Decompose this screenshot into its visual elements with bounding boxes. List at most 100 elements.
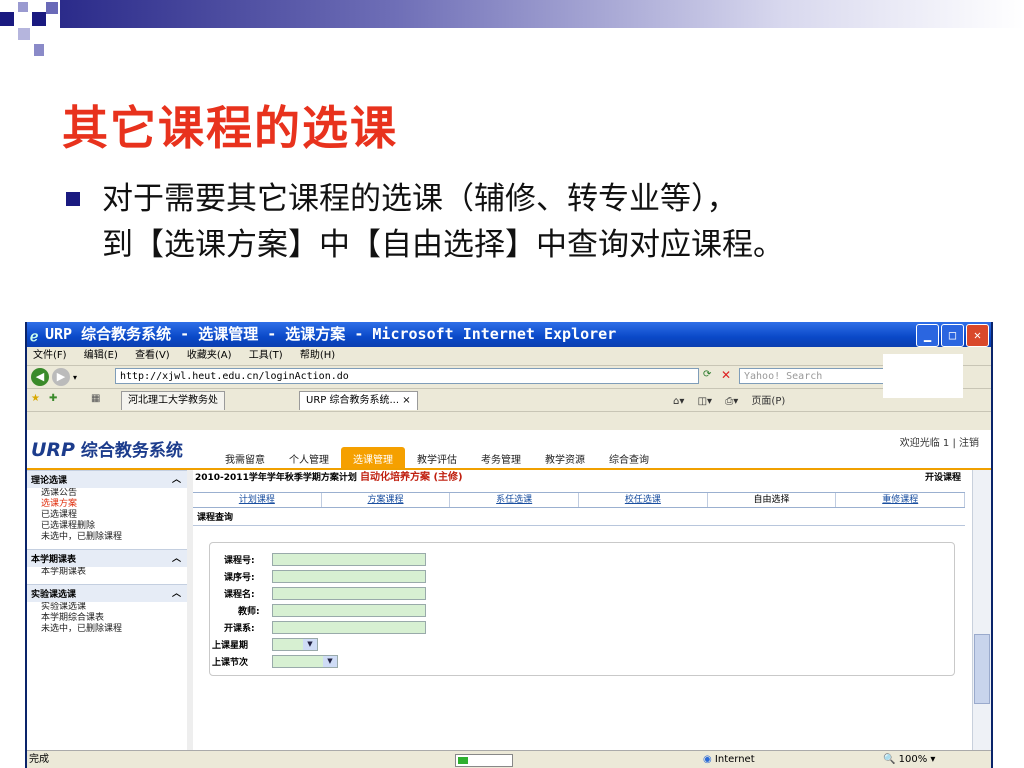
feeds-icon[interactable]: ◫▾ — [698, 396, 712, 407]
favorites-star-icon[interactable]: ★ — [31, 393, 40, 404]
deco-square — [46, 2, 58, 14]
nav-item[interactable]: 教学资源 — [533, 447, 597, 468]
nav-item[interactable]: 考务管理 — [469, 447, 533, 468]
sidebar-group-title[interactable]: 本学期课表 ︿ — [27, 549, 187, 567]
zoom-icon: 🔍 — [883, 754, 896, 765]
menu-favorites[interactable]: 收藏夹(A) — [187, 350, 232, 361]
course-seq-input[interactable] — [272, 570, 426, 583]
progress-bar — [455, 754, 513, 767]
nav-item[interactable]: 综合查询 — [597, 447, 661, 468]
course-number-input[interactable] — [272, 553, 426, 566]
deco-square — [18, 2, 28, 12]
subtab[interactable]: 校任选课 — [579, 493, 708, 507]
sidebar-item[interactable]: 本学期课表 — [27, 567, 187, 578]
menu-view[interactable]: 查看(V) — [135, 350, 170, 361]
sidebar-item[interactable]: 实验课选课 — [27, 602, 187, 613]
refresh-icon[interactable]: ⟳ — [703, 369, 711, 380]
sidebar-item[interactable]: 本学期综合课表 — [27, 613, 187, 624]
forward-icon[interactable]: ▶ — [52, 368, 70, 386]
sidebar-group-title[interactable]: 实验课选课 ︿ — [27, 584, 187, 602]
address-input[interactable]: http://xjwl.heut.edu.cn/loginAction.do — [115, 368, 699, 384]
nav-item[interactable]: 个人管理 — [277, 447, 341, 468]
form-label: 开课系: — [224, 624, 255, 634]
close-icon[interactable]: ✕ — [966, 324, 989, 347]
stop-icon[interactable]: ✕ — [721, 368, 731, 382]
plan-prefix: 2010-2011学年学年秋季学期方案计划 — [195, 473, 357, 483]
department-input[interactable] — [272, 621, 426, 634]
menu-tools[interactable]: 工具(T) — [249, 350, 283, 361]
top-gradient-bar — [60, 0, 1024, 28]
globe-icon: ◉ — [703, 754, 712, 765]
sidebar-item[interactable]: 选课公告 — [27, 488, 187, 499]
print-icon[interactable]: ⎙▾ — [725, 396, 738, 407]
menu-edit[interactable]: 编辑(E) — [84, 350, 118, 361]
teacher-input[interactable] — [272, 604, 426, 617]
menu-file[interactable]: 文件(F) — [33, 350, 67, 361]
subtab[interactable]: 重修课程 — [836, 493, 966, 507]
slide-title: 其它课程的选课 — [62, 101, 398, 155]
web-page: URP 综合教务系统 欢迎光临 1 | 注销 我需留意 个人管理 选课管理 教学… — [27, 430, 991, 750]
app-logo: URP 综合教务系统 — [31, 436, 183, 461]
zoom-control[interactable]: 🔍 100% ▾ — [883, 751, 935, 768]
toolbar-tools: ⌂▾ ◫▾ ⎙▾ 页面(P) — [673, 392, 785, 407]
menu-bar: 文件(F) 编辑(E) 查看(V) 收藏夹(A) 工具(T) 帮助(H) — [27, 347, 991, 366]
progress-fill — [458, 757, 468, 764]
history-dropdown-icon[interactable]: ▾ — [73, 373, 77, 382]
nav-item[interactable]: 教学评估 — [405, 447, 469, 468]
course-name-input[interactable] — [272, 587, 426, 600]
sidebar-item-selected[interactable]: 选课方案 — [27, 499, 187, 510]
nav-item-active[interactable]: 选课管理 — [341, 447, 405, 468]
subtab-active[interactable]: 自由选择 — [707, 493, 837, 507]
menu-help[interactable]: 帮助(H) — [300, 350, 335, 361]
main-nav: 我需留意 个人管理 选课管理 教学评估 考务管理 教学资源 综合查询 — [213, 447, 661, 468]
sidebar-item[interactable]: 未选中，已删除课程 — [27, 624, 187, 635]
sidebar-item[interactable]: 未选中，已删除课程 — [27, 532, 187, 543]
search-input[interactable]: Yahoo! Search — [739, 368, 889, 384]
plan-highlight: 自动化培养方案 (主修) — [359, 472, 463, 483]
back-icon[interactable]: ◀ — [31, 368, 49, 386]
minimize-icon[interactable]: ▁ — [916, 324, 939, 347]
sidebar-item[interactable]: 已选课程删除 — [27, 521, 187, 532]
sidebar-group: 理论选课 ︿ 选课公告 选课方案 已选课程 已选课程删除 未选中，已删除课程 — [27, 470, 187, 543]
bullet-line-1: 对于需要其它课程的选课（辅修、转专业等）， — [102, 181, 738, 217]
zoom-text: 100% — [898, 754, 928, 765]
form-label: 课序号: — [224, 573, 255, 583]
bullet-line-2: 到【选课方案】中【自由选择】中查询对应课程。 — [102, 227, 784, 263]
kaishe-link[interactable]: 开设课程 — [925, 470, 961, 486]
subtab[interactable]: 方案课程 — [322, 493, 451, 507]
tab-label: 河北理工大学教务处 — [128, 395, 218, 406]
tab-urp[interactable]: URP 综合教务系统... × — [299, 391, 418, 410]
subtab[interactable]: 系任选课 — [450, 493, 580, 507]
sidebar-item[interactable]: 已选课程 — [27, 510, 187, 521]
chevron-up-icon[interactable]: ︿ — [172, 551, 181, 564]
weekday-select[interactable]: ▼ — [272, 638, 318, 651]
scrollbar-thumb[interactable] — [974, 634, 990, 704]
bullet-text: 对于需要其它课程的选课（辅修、转专业等）， 到【选课方案】中【自由选择】中查询对… — [102, 176, 1002, 268]
main-content: 2010-2011学年学年秋季学期方案计划 自动化培养方案 (主修) 开设课程 … — [193, 470, 966, 750]
home-icon[interactable]: ⌂▾ — [673, 396, 684, 407]
deco-square — [32, 12, 46, 26]
period-select[interactable]: ▼ — [272, 655, 338, 668]
chevron-down-icon[interactable]: ▼ — [303, 639, 317, 650]
chevron-up-icon[interactable]: ︿ — [172, 586, 181, 599]
subtab[interactable]: 计划课程 — [193, 493, 322, 507]
vertical-scrollbar[interactable] — [972, 470, 991, 750]
welcome-text[interactable]: 欢迎光临 1 | 注销 — [900, 434, 979, 449]
tab-label: URP 综合教务系统... × — [306, 395, 411, 406]
tab-hebei-jwc[interactable]: 河北理工大学教务处 — [121, 391, 225, 410]
status-text: 完成 — [29, 754, 49, 765]
zone-text: Internet — [714, 754, 755, 765]
quick-tabs-icon[interactable]: ▦ — [91, 393, 100, 404]
sidebar: 理论选课 ︿ 选课公告 选课方案 已选课程 已选课程删除 未选中，已删除课程 本学… — [27, 470, 188, 750]
sidebar-group-title[interactable]: 理论选课 ︿ — [27, 470, 187, 488]
chevron-down-icon[interactable]: ▼ — [323, 656, 337, 667]
add-favorite-icon[interactable]: ✚ — [49, 393, 57, 404]
chevron-up-icon[interactable]: ︿ — [172, 472, 181, 485]
address-bar-row: ◀ ▶ ▾ http://xjwl.heut.edu.cn/loginActio… — [27, 354, 991, 398]
form-label: 课程号: — [224, 556, 255, 566]
zone-indicator: ◉ Internet — [703, 751, 755, 768]
nav-item[interactable]: 我需留意 — [213, 447, 277, 468]
form-label: 课程名: — [224, 590, 255, 600]
page-menu[interactable]: 页面(P) — [751, 396, 785, 407]
maximize-icon[interactable]: □ — [941, 324, 964, 347]
